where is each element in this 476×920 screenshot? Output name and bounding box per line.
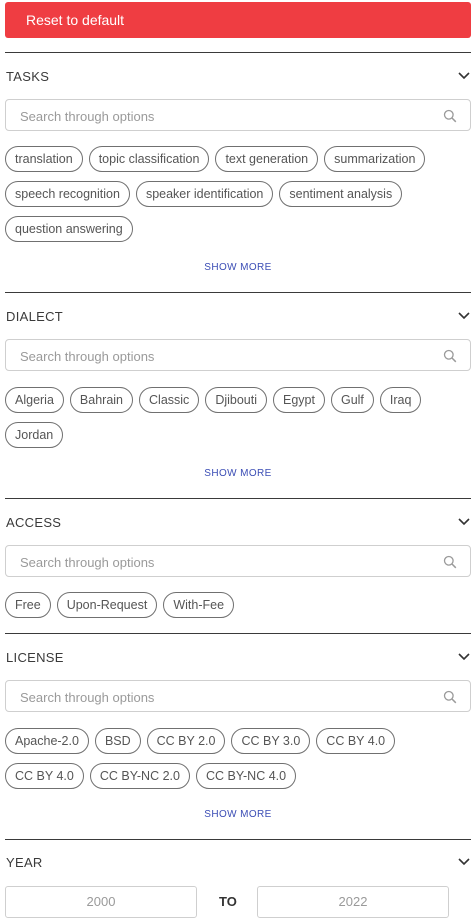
chip-option[interactable]: CC BY 3.0 — [231, 728, 311, 754]
show-more-link[interactable]: SHOW MORE — [0, 468, 476, 479]
divider — [5, 633, 471, 634]
chip-option[interactable]: CC BY 4.0 — [5, 763, 84, 789]
section-title-dialect: DIALECT — [6, 309, 64, 324]
chip-option[interactable]: CC BY-NC 2.0 — [89, 763, 190, 789]
reset-to-default-button[interactable]: Reset to default — [5, 2, 471, 38]
show-more-link[interactable]: SHOW MORE — [0, 809, 476, 820]
chip-row: Apache-2.0 BSD CC BY 2.0 CC BY 3.0 CC BY… — [5, 728, 471, 763]
chip-option[interactable]: summarization — [324, 146, 426, 172]
search-input[interactable] — [20, 688, 420, 706]
search-input[interactable] — [20, 347, 420, 365]
chip-option[interactable]: Iraq — [379, 387, 422, 413]
section-title-license: LICENSE — [6, 650, 64, 665]
chevron-down-icon[interactable] — [457, 311, 471, 321]
search-input[interactable] — [20, 107, 420, 125]
chip-row: CC BY 4.0 CC BY-NC 2.0 CC BY-NC 4.0 — [5, 763, 471, 798]
chip-option[interactable]: CC BY-NC 4.0 — [195, 763, 297, 789]
chevron-down-icon[interactable] — [457, 517, 471, 527]
search-icon — [443, 349, 457, 363]
chip-option[interactable]: Bahrain — [69, 387, 134, 413]
chip-row: Algeria Bahrain Classic Djibouti Egypt G… — [5, 387, 471, 422]
chip-option[interactable]: Algeria — [5, 387, 64, 413]
search-input[interactable] — [20, 553, 420, 571]
chip-option[interactable]: Classic — [139, 387, 200, 413]
chip-option[interactable]: CC BY 4.0 — [316, 728, 396, 754]
chip-option[interactable]: Gulf — [330, 387, 374, 413]
chip-option[interactable]: Free — [5, 592, 51, 618]
section-title-access: ACCESS — [6, 515, 62, 530]
chevron-down-icon[interactable] — [457, 857, 471, 867]
chip-option[interactable]: question answering — [5, 216, 133, 242]
dialect-chips: Algeria Bahrain Classic Djibouti Egypt G… — [5, 387, 471, 457]
tasks-search-input[interactable] — [5, 99, 471, 131]
year-to-input[interactable]: 2022 — [257, 886, 449, 918]
chip-row: Jordan — [5, 422, 471, 457]
divider — [5, 498, 471, 499]
chip-option[interactable]: translation — [5, 146, 83, 172]
license-search-input[interactable] — [5, 680, 471, 712]
divider — [5, 292, 471, 293]
tasks-chips: translation topic classification text ge… — [5, 146, 471, 251]
search-icon — [443, 555, 457, 569]
chip-option[interactable]: BSD — [94, 728, 141, 754]
chevron-down-icon[interactable] — [457, 71, 471, 81]
chip-row: translation topic classification text ge… — [5, 146, 471, 181]
chip-option[interactable]: topic classification — [88, 146, 210, 172]
chip-row: question answering — [5, 216, 471, 251]
chip-row: speech recognition speaker identificatio… — [5, 181, 471, 216]
chip-option[interactable]: Jordan — [5, 422, 64, 448]
chip-option[interactable]: speaker identification — [135, 181, 274, 207]
chip-option[interactable]: text generation — [215, 146, 319, 172]
year-from-input[interactable]: 2000 — [5, 886, 197, 918]
access-search-input[interactable] — [5, 545, 471, 577]
access-chips: Free Upon-Request With-Fee — [5, 592, 471, 627]
year-to-label: TO — [219, 894, 237, 909]
divider — [5, 839, 471, 840]
search-icon — [443, 109, 457, 123]
license-chips: Apache-2.0 BSD CC BY 2.0 CC BY 3.0 CC BY… — [5, 728, 471, 798]
chevron-down-icon[interactable] — [457, 652, 471, 662]
search-icon — [443, 690, 457, 704]
chip-option[interactable]: Egypt — [273, 387, 325, 413]
section-title-year: YEAR — [6, 855, 43, 870]
section-title-tasks: TASKS — [6, 69, 50, 84]
chip-option[interactable]: CC BY 2.0 — [146, 728, 226, 754]
show-more-link[interactable]: SHOW MORE — [0, 262, 476, 273]
chip-option[interactable]: Apache-2.0 — [5, 728, 89, 754]
chip-option[interactable]: Upon-Request — [56, 592, 158, 618]
chip-option[interactable]: sentiment analysis — [279, 181, 403, 207]
chip-option[interactable]: speech recognition — [5, 181, 130, 207]
dialect-search-input[interactable] — [5, 339, 471, 371]
chip-row: Free Upon-Request With-Fee — [5, 592, 471, 627]
chip-option[interactable]: Djibouti — [205, 387, 267, 413]
chip-option[interactable]: With-Fee — [163, 592, 235, 618]
divider — [5, 52, 471, 53]
